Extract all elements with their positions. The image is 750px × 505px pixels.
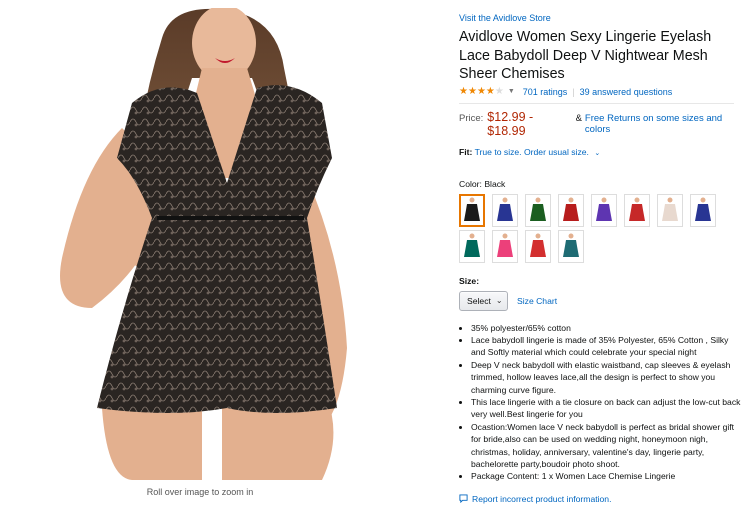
swatch-thumbnail xyxy=(662,197,678,221)
swatch-thumbnail xyxy=(464,233,480,257)
color-swatch[interactable] xyxy=(525,193,551,227)
swatch-thumbnail xyxy=(530,233,546,257)
feature-bullet: Ocastion:Women lace V neck babydoll is p… xyxy=(471,421,744,471)
answered-questions-link[interactable]: 39 answered questions xyxy=(580,87,673,97)
color-swatch[interactable] xyxy=(525,229,551,263)
color-swatch[interactable] xyxy=(459,193,485,227)
chevron-down-icon[interactable]: ⌄ xyxy=(594,150,600,157)
size-row: Select ⌄ Size Chart xyxy=(459,290,744,311)
price-amp: & xyxy=(575,112,582,124)
color-swatch[interactable] xyxy=(492,229,518,263)
star-rating[interactable]: ★ ★ ★ ★ ★ xyxy=(459,85,504,97)
swatch-thumbnail xyxy=(530,197,546,221)
color-swatch[interactable] xyxy=(492,193,518,227)
main-product-image[interactable] xyxy=(22,8,378,480)
swatch-thumbnail xyxy=(563,233,579,257)
feature-bullets: 35% polyester/65% cotton Lace babydoll l… xyxy=(459,322,744,483)
product-image-column: Roll over image to zoom in xyxy=(0,0,452,504)
product-details: Visit the Avidlove Store Avidlove Women … xyxy=(459,8,744,505)
swatch-thumbnail xyxy=(629,197,645,221)
swatch-thumbnail xyxy=(464,197,480,221)
size-select-value: Select xyxy=(467,295,491,306)
report-link[interactable]: Report incorrect product information. xyxy=(472,494,611,504)
fit-row: Fit: True to size. Order usual size. ⌄ xyxy=(459,147,744,157)
star-full-icon: ★ xyxy=(467,85,477,97)
color-selected: Black xyxy=(484,178,506,189)
swatch-thumbnail xyxy=(695,197,711,221)
swatch-thumbnail xyxy=(497,233,513,257)
free-returns-link[interactable]: Free Returns on some sizes and colors xyxy=(585,113,744,135)
color-swatch[interactable] xyxy=(558,193,584,227)
fit-label: Fit: xyxy=(459,146,473,157)
color-row: Color: Black xyxy=(459,179,744,189)
zoom-hint: Roll over image to zoom in xyxy=(146,487,254,497)
store-link[interactable]: Visit the Avidlove Store xyxy=(459,13,551,23)
color-label: Color: xyxy=(459,178,482,189)
color-swatch[interactable] xyxy=(657,193,683,227)
swatch-thumbnail xyxy=(497,197,513,221)
feature-bullet: Package Content: 1 x Women Lace Chemise … xyxy=(471,470,744,482)
color-swatches xyxy=(459,193,723,266)
rating-row: ★ ★ ★ ★ ★ ▼ 701 ratings | 39 answered qu… xyxy=(459,85,744,97)
chevron-down-icon[interactable]: ▼ xyxy=(508,88,515,95)
report-row: Report incorrect product information. xyxy=(459,494,744,505)
feature-bullet: Deep V neck babydoll with elastic waistb… xyxy=(471,359,744,396)
star-full-icon: ★ xyxy=(459,85,468,97)
chevron-down-icon: ⌄ xyxy=(495,296,503,305)
color-swatch[interactable] xyxy=(690,193,716,227)
fit-value-link[interactable]: True to size. Order usual size. xyxy=(475,147,589,157)
comment-icon xyxy=(459,494,468,505)
model-photo xyxy=(60,8,347,480)
feature-bullet: Lace babydoll lingerie is made of 35% Po… xyxy=(471,334,744,359)
feature-bullet: 35% polyester/65% cotton xyxy=(471,322,744,334)
price-row: Price: $12.99 - $18.99 & Free Returns on… xyxy=(459,110,744,138)
size-chart-link[interactable]: Size Chart xyxy=(517,296,557,306)
color-swatch[interactable] xyxy=(459,229,485,263)
color-swatch[interactable] xyxy=(591,193,617,227)
product-title: Avidlove Women Sexy Lingerie Eyelash Lac… xyxy=(459,29,712,82)
price-label: Price: xyxy=(459,112,484,124)
size-select[interactable]: Select ⌄ xyxy=(459,290,508,311)
separator: | xyxy=(572,86,575,97)
star-empty-icon: ★ xyxy=(494,85,504,97)
divider xyxy=(459,102,734,104)
color-swatch[interactable] xyxy=(624,193,650,227)
feature-bullet: This lace lingerie with a tie closure on… xyxy=(471,396,744,421)
price-value: $12.99 - $18.99 xyxy=(487,109,534,138)
size-label: Size: xyxy=(459,275,480,286)
star-full-icon: ★ xyxy=(476,85,486,97)
swatch-thumbnail xyxy=(596,197,612,221)
star-full-icon: ★ xyxy=(485,85,495,97)
ratings-link[interactable]: 701 ratings xyxy=(523,87,568,97)
color-swatch[interactable] xyxy=(558,229,584,263)
swatch-thumbnail xyxy=(563,197,579,221)
